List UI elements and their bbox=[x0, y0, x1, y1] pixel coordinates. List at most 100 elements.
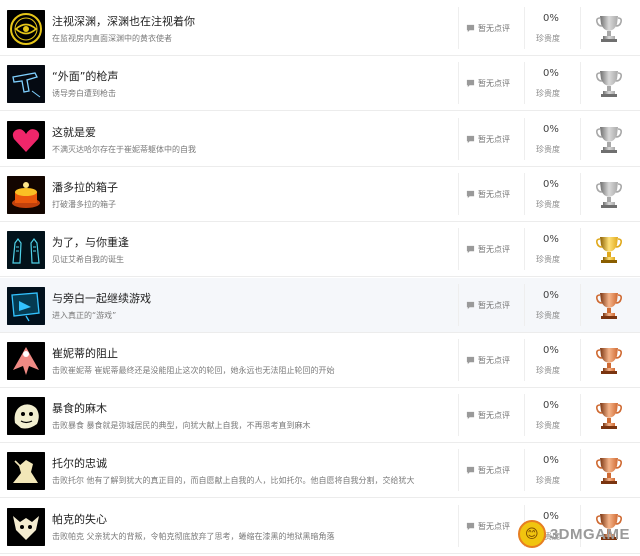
watermark-text: 3DMGAME bbox=[549, 525, 630, 543]
column-divider bbox=[458, 338, 459, 381]
comment-label: 暂无点评 bbox=[478, 411, 510, 421]
achievement-row[interactable]: 托尔的忠诚 击败托尔 他有了解到犹大的真正目的，而自愿献上自我的人，比如托尔。他… bbox=[0, 443, 640, 499]
achievement-title: 帕克的失心 bbox=[52, 512, 107, 526]
column-divider bbox=[524, 394, 525, 437]
column-divider bbox=[580, 62, 581, 105]
box-icon bbox=[7, 175, 45, 214]
rarity-label: 珍贵度 bbox=[536, 310, 560, 320]
bronze-trophy-icon bbox=[596, 400, 622, 430]
achievement-description: 进入真正的“游戏” bbox=[52, 310, 117, 320]
achievement-row[interactable]: 为了，与你重逢 见证艾希自我的诞生 暂无点评 0% 珍贵度 bbox=[0, 222, 640, 278]
comment-bubble-icon bbox=[466, 79, 475, 88]
creature-icon bbox=[7, 397, 45, 436]
watermark: 😊 3DMGAME bbox=[517, 520, 630, 548]
achievement-row[interactable]: 潘多拉的箱子 打破潘多拉的箱子 暂无点评 0% 珍贵度 bbox=[0, 166, 640, 222]
column-divider bbox=[580, 283, 581, 326]
bronze-trophy-icon bbox=[596, 455, 622, 485]
comment-label: 暂无点评 bbox=[478, 300, 510, 310]
completion-percent: 0% bbox=[543, 234, 559, 246]
completion-percent: 0% bbox=[543, 68, 559, 80]
hands-icon bbox=[7, 231, 45, 270]
achievement-title: 潘多拉的箱子 bbox=[52, 180, 118, 194]
mask-icon bbox=[7, 507, 45, 546]
comment-label: 暂无点评 bbox=[478, 134, 510, 144]
achievement-row[interactable]: “外面”的枪声 诱导旁白遭到枪击 暂无点评 0% 珍贵度 bbox=[0, 56, 640, 112]
comment-label: 暂无点评 bbox=[478, 466, 510, 476]
achievement-row[interactable]: 暴食的麻木 击败暴食 暴食就是弥城居民的典型，向犹大献上自我，不再思考直到麻木 … bbox=[0, 388, 640, 444]
column-divider bbox=[458, 449, 459, 492]
column-divider bbox=[580, 394, 581, 437]
comment-link[interactable]: 暂无点评 bbox=[466, 23, 510, 34]
comment-bubble-icon bbox=[466, 522, 475, 531]
comment-link[interactable]: 暂无点评 bbox=[466, 410, 510, 421]
comment-link[interactable]: 暂无点评 bbox=[466, 189, 510, 200]
comment-label: 暂无点评 bbox=[478, 24, 510, 33]
column-divider bbox=[458, 7, 459, 49]
rarity-label: 珍贵度 bbox=[536, 421, 560, 431]
achievement-description: 不满灭达哈尔存在于崔妮蒂躯体中的自我 bbox=[52, 144, 196, 154]
completion-percent: 0% bbox=[543, 289, 559, 301]
column-divider bbox=[458, 394, 459, 437]
achievement-row[interactable]: 崔妮蒂的阻止 击败崔妮蒂 崔妮蒂最终还是没能阻止这次的轮回，她永远也无法阻止轮回… bbox=[0, 332, 640, 388]
achievement-description: 见证艾希自我的诞生 bbox=[52, 255, 124, 265]
rarity-label: 珍贵度 bbox=[536, 255, 560, 265]
achievement-row[interactable]: 注视深渊，深渊也在注视着你 在监视房内直面深渊中的黄衣使者 暂无点评 0% 珍贵… bbox=[0, 1, 640, 56]
achievement-description: 在监视房内直面深渊中的黄衣使者 bbox=[52, 34, 172, 43]
comment-bubble-icon bbox=[466, 466, 475, 475]
column-divider bbox=[458, 283, 459, 326]
column-divider bbox=[458, 62, 459, 105]
comment-link[interactable]: 暂无点评 bbox=[466, 465, 510, 476]
comment-link[interactable]: 暂无点评 bbox=[466, 521, 510, 532]
comment-link[interactable]: 暂无点评 bbox=[466, 78, 510, 89]
completion-percent: 0% bbox=[543, 123, 559, 135]
achievement-row[interactable]: 这就是爱 不满灭达哈尔存在于崔妮蒂躯体中的自我 暂无点评 0% 珍贵度 bbox=[0, 111, 640, 167]
achievement-description: 击败托尔 他有了解到犹大的真正目的，而自愿献上自我的人，比如托尔。他自愿将自我分… bbox=[52, 476, 415, 486]
figure-icon bbox=[7, 341, 45, 380]
rarity-label: 珍贵度 bbox=[536, 144, 560, 154]
column-divider bbox=[524, 117, 525, 160]
column-divider bbox=[580, 117, 581, 160]
comment-link[interactable]: 暂无点评 bbox=[466, 355, 510, 366]
comment-link[interactable]: 暂无点评 bbox=[466, 300, 510, 311]
completion-percent: 0% bbox=[543, 13, 559, 24]
comment-bubble-icon bbox=[466, 411, 475, 420]
completion-percent: 0% bbox=[543, 400, 559, 412]
comment-bubble-icon bbox=[466, 190, 475, 199]
achievement-title: “外面”的枪声 bbox=[52, 70, 119, 84]
rarity-label: 珍贵度 bbox=[536, 365, 560, 375]
achievement-description: 击败暴食 暴食就是弥城居民的典型，向犹大献上自我，不再思考直到麻木 bbox=[52, 421, 311, 431]
comment-label: 暂无点评 bbox=[478, 355, 510, 365]
eye-icon bbox=[7, 10, 45, 48]
comment-bubble-icon bbox=[466, 245, 475, 254]
column-divider bbox=[524, 228, 525, 271]
achievement-title: 这就是爱 bbox=[52, 125, 96, 139]
column-divider bbox=[580, 449, 581, 492]
column-divider bbox=[524, 62, 525, 105]
column-divider bbox=[458, 117, 459, 160]
achievement-title: 注视深渊，深渊也在注视着你 bbox=[52, 15, 195, 28]
comment-label: 暂无点评 bbox=[478, 79, 510, 89]
column-divider bbox=[524, 449, 525, 492]
achievement-title: 崔妮蒂的阻止 bbox=[52, 346, 118, 360]
achievement-row[interactable]: 与旁白一起继续游戏 进入真正的“游戏” 暂无点评 0% 珍贵度 bbox=[0, 277, 640, 333]
rarity-label: 珍贵度 bbox=[536, 34, 560, 43]
achievement-description: 打破潘多拉的箱子 bbox=[52, 199, 116, 209]
column-divider bbox=[580, 7, 581, 49]
column-divider bbox=[580, 172, 581, 215]
achievement-description: 击败崔妮蒂 崔妮蒂最终还是没能阻止这次的轮回，她永远也无法阻止轮回的开始 bbox=[52, 365, 335, 375]
comment-bubble-icon bbox=[466, 356, 475, 365]
rarity-label: 珍贵度 bbox=[536, 199, 560, 209]
rarity-label: 珍贵度 bbox=[536, 476, 560, 486]
bronze-trophy-icon bbox=[596, 345, 622, 375]
gun-icon bbox=[7, 65, 45, 104]
silver-trophy-icon bbox=[596, 179, 622, 209]
achievement-description: 诱导旁白遭到枪击 bbox=[52, 89, 116, 99]
completion-percent: 0% bbox=[543, 178, 559, 190]
comment-link[interactable]: 暂无点评 bbox=[466, 244, 510, 255]
achievement-title: 托尔的忠诚 bbox=[52, 457, 107, 471]
comment-link[interactable]: 暂无点评 bbox=[466, 134, 510, 145]
achievement-title: 暴食的麻木 bbox=[52, 402, 107, 416]
silver-trophy-icon bbox=[596, 68, 622, 98]
column-divider bbox=[458, 228, 459, 271]
column-divider bbox=[524, 7, 525, 49]
